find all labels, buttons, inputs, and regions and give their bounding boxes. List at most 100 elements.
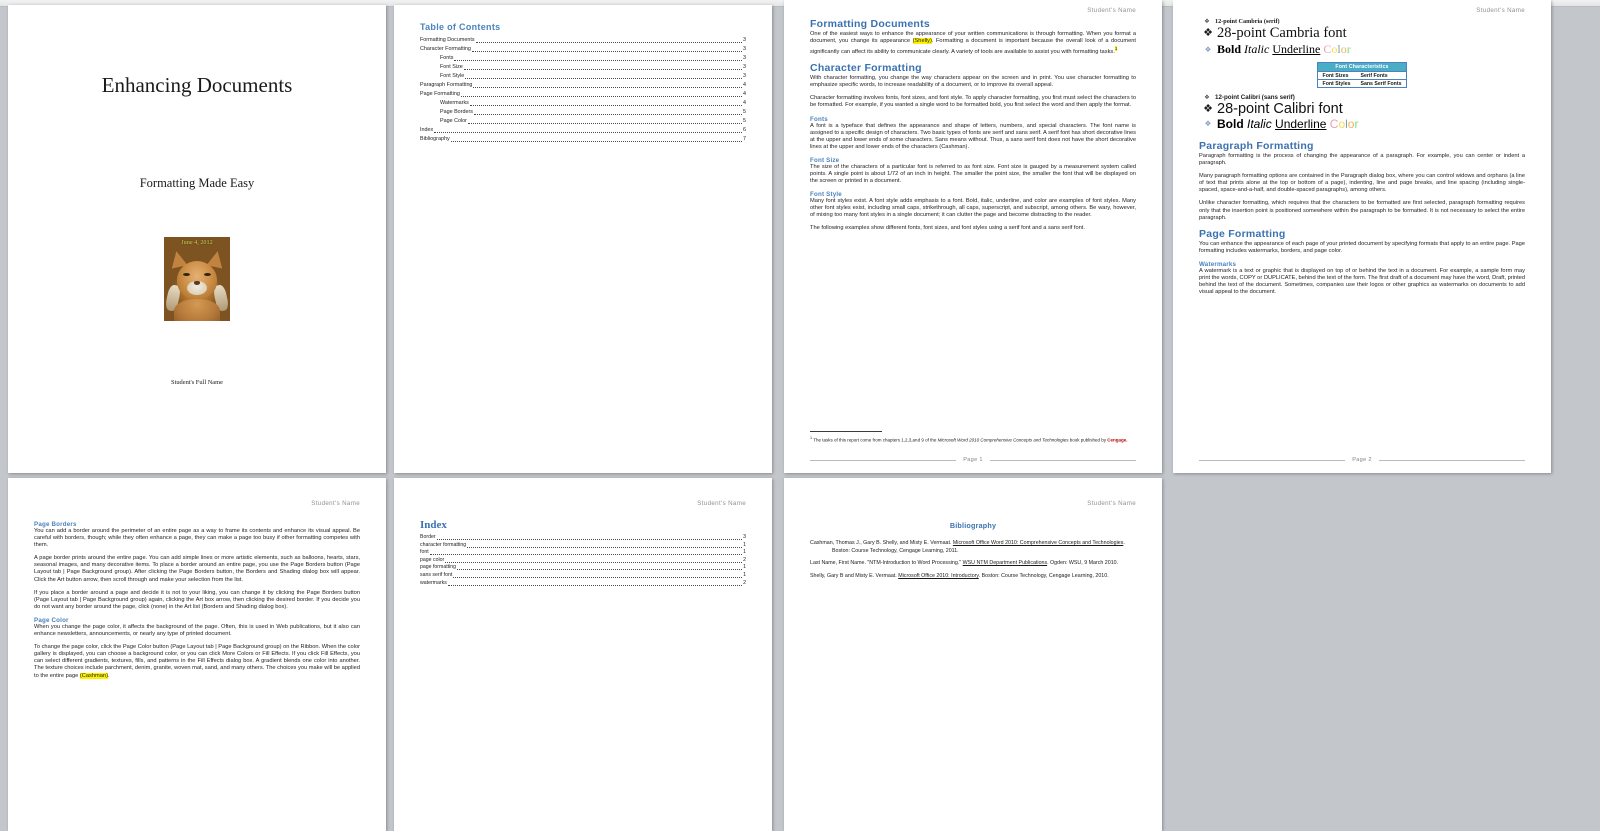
document-page-bibliography[interactable]: Student's Name Bibliography Cashman, Tho… (784, 478, 1162, 831)
table-caption: Font Characteristics (1317, 62, 1407, 72)
toc-entry[interactable]: Character Formatting 3 (420, 45, 746, 54)
cell-font-styles: Font Styles (1317, 79, 1356, 88)
document-page-index[interactable]: Student's Name Index Border 3 character fo… (394, 478, 772, 831)
toc-entry[interactable]: Page Borders 5 (420, 108, 746, 117)
document-page-toc[interactable]: Table of Contents Formatting Documents 3 C… (394, 5, 772, 473)
toc-entry[interactable]: Font Size 3 (420, 63, 746, 72)
toc-entry-label: Character Formatting (420, 46, 471, 52)
toc-leader-dots (465, 78, 742, 80)
cell-sans-serif-fonts: Sans Serif Fonts (1355, 79, 1407, 88)
style-color: Color (1323, 42, 1351, 56)
document-page-1[interactable]: Student's Name Formatting Documents One … (784, 0, 1162, 473)
index-entry[interactable]: character formatting 1 (420, 542, 746, 550)
footer-rule-right (1378, 459, 1525, 461)
sample-label-calibri-28: 28-point Calibri font (1217, 101, 1343, 117)
sample-row-sans-28: ❖ 28-point Calibri font (1199, 101, 1525, 117)
style-bold: Bold (1217, 117, 1244, 131)
index-leader-dots (457, 569, 743, 571)
bib-title: WSU NTM Department Publications (962, 560, 1048, 567)
bib-title: Microsoft Office Word 2010: Comprehensiv… (952, 540, 1124, 546)
cell-serif-fonts: Serif Fonts (1355, 71, 1407, 80)
footnote-reference[interactable]: 1 (1114, 46, 1118, 52)
toc-leader-dots (434, 132, 742, 134)
toc-entry-page: 4 (743, 100, 746, 106)
footer-page-label: Page 2 (1352, 457, 1372, 463)
document-page-2[interactable]: Student's Name ❖ 12-point Cambria (serif… (1173, 0, 1551, 473)
paragraph-font-size: The size of the characters of a particul… (810, 163, 1136, 185)
footnote-number: 1 (810, 435, 813, 440)
index-entry[interactable]: page formatting 1 (420, 564, 746, 572)
index-leader-dots (436, 539, 743, 540)
page-header-name: Student's Name (1476, 7, 1525, 14)
index-entry[interactable]: font 1 (420, 549, 746, 557)
paragraph-color-2: To change the page color, click the Page… (34, 644, 360, 679)
sample-styles-serif: Bold Italic Underline Color (1217, 42, 1351, 57)
lynx-eye-right (204, 273, 211, 276)
style-italic: Italic (1244, 42, 1270, 56)
heading-page-color: Page Color (34, 616, 69, 624)
paragraph-borders-1: You can add a border around the perimete… (34, 528, 360, 549)
index-entry[interactable]: page color 2 (420, 557, 746, 565)
toc-entry-page: 5 (743, 109, 746, 115)
image-date-caption: June 4, 2012 (181, 239, 213, 246)
paragraph-pagefmt: You can enhance the appearance of each p… (1199, 240, 1525, 254)
toc-entry[interactable]: Bibliography 7 (420, 135, 746, 144)
toc-entry[interactable]: Paragraph Formatting 4 (420, 81, 746, 90)
lynx-nose (194, 281, 200, 285)
sample-label-cambria-28: 28-point Cambria font (1217, 25, 1347, 41)
index-entry-label: sans serif font (420, 571, 453, 578)
index-leader-dots (453, 576, 743, 578)
index-entry-page: 1 (743, 571, 746, 578)
table-row: Font Styles Sans Serif Fonts (1317, 79, 1407, 88)
paragraph-watermarks: A watermark is a text or graphic that is… (1199, 267, 1525, 296)
index-entry[interactable]: Border 3 (420, 534, 746, 542)
diamond-bullet-icon: ❖ (1203, 27, 1213, 39)
paragraph-character-1: With character formatting, you change th… (810, 75, 1136, 89)
toc-entry[interactable]: Watermarks 4 (420, 99, 746, 108)
toc-heading: Table of Contents (420, 22, 501, 32)
toc-entry-label: Index (420, 127, 434, 133)
index-leader-dots (467, 546, 743, 548)
toc-entry[interactable]: Page Color 5 (420, 117, 746, 126)
toc-leader-dots (471, 51, 742, 53)
document-page-title[interactable]: Enhancing Documents Formatting Made Easy… (8, 5, 386, 473)
footer-rule-right (989, 459, 1136, 461)
toc-entry[interactable]: Page Formatting 4 (420, 90, 746, 99)
toc-entry[interactable]: Index 6 (420, 126, 746, 135)
paragraph-borders-3: If you place a border around a page and … (34, 589, 360, 610)
index-entry-page: 2 (743, 579, 746, 586)
toc-entry-page: 4 (743, 91, 746, 97)
page-footer: Page 2 (1199, 457, 1525, 463)
document-page-3[interactable]: Student's Name Page Borders You can add … (8, 478, 386, 831)
style-color: Color (1329, 117, 1359, 131)
index-entry[interactable]: sans serif font 1 (420, 572, 746, 580)
index-leader-dots (429, 554, 743, 556)
index-entry[interactable]: watermarks 2 (420, 580, 746, 588)
page-header-name: Student's Name (697, 500, 746, 507)
index-entry-label: watermarks (420, 579, 447, 586)
font-characteristics-table: Font Characteristics Font Sizes Serif Fo… (1316, 62, 1408, 88)
toc-entry-page: 3 (743, 73, 746, 79)
toc-entry-page: 7 (743, 136, 746, 142)
style-bold: Bold (1217, 42, 1242, 56)
bibliography-heading: Bibliography (949, 521, 997, 530)
toc-entry-label: Fonts (440, 55, 454, 61)
document-multipage-workspace[interactable]: Enhancing Documents Formatting Made Easy… (0, 0, 1600, 831)
index-leader-dots (445, 561, 743, 563)
toc-entry-page: 3 (743, 46, 746, 52)
sample-row-sans-styles: ❖ Bold Italic Underline Color (1199, 117, 1525, 131)
page-header-name: Student's Name (1087, 500, 1136, 507)
paragraph-paragraphfmt-1: Paragraph formatting is the process of c… (1199, 153, 1525, 167)
toc-entry-label: Font Size (440, 64, 463, 70)
toc-entry-page: 3 (743, 55, 746, 61)
index-entry-label: page color (420, 556, 445, 563)
paragraph-examples-lead: The following examples show different fo… (810, 225, 1085, 232)
toc-entry[interactable]: Font Style 3 (420, 72, 746, 81)
footnote-separator (810, 431, 882, 432)
toc-entry[interactable]: Formatting Documents 3 (420, 36, 746, 45)
index-entry-page: 1 (743, 541, 746, 548)
diamond-bullet-icon: ❖ (1204, 44, 1212, 54)
toc-entry[interactable]: Fonts 3 (420, 54, 746, 63)
index-heading: Index (420, 519, 447, 531)
bibliography-entry: Shelly, Gary B and Misty E. Vermaat. Mic… (810, 573, 1136, 581)
